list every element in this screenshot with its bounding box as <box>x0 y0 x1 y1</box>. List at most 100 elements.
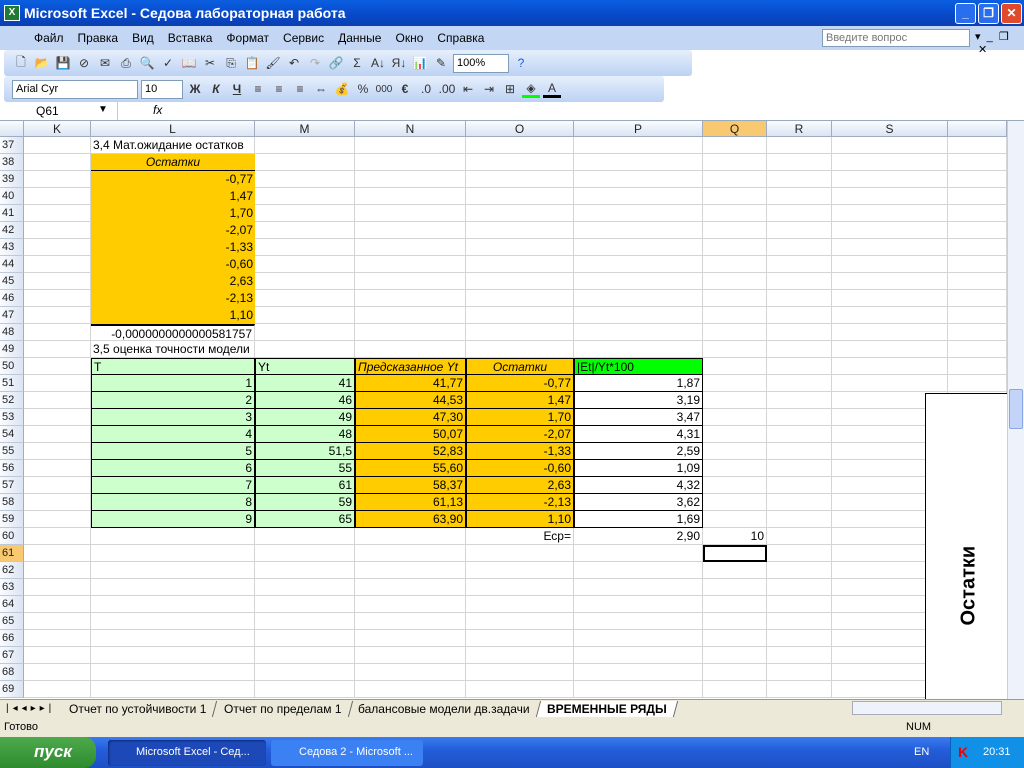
cell[interactable] <box>255 545 355 562</box>
cell[interactable] <box>703 205 767 222</box>
cell[interactable] <box>703 511 767 528</box>
cell[interactable] <box>24 290 91 307</box>
cell[interactable] <box>24 154 91 171</box>
cell-O59[interactable]: 1,10 <box>466 511 574 528</box>
increase-decimal-icon[interactable]: .0 <box>417 80 435 98</box>
cell[interactable] <box>91 647 255 664</box>
cell[interactable] <box>355 341 466 358</box>
cell[interactable] <box>703 324 767 341</box>
cell-L41[interactable]: 1,70 <box>91 205 255 222</box>
cell[interactable] <box>255 596 355 613</box>
cell-N53[interactable]: 47,30 <box>355 409 466 426</box>
cell[interactable] <box>767 681 832 698</box>
cell-P50[interactable]: |Et|/Yt*100 <box>574 358 703 375</box>
row-header[interactable]: 48 <box>0 324 24 341</box>
autosum-icon[interactable]: Σ <box>348 54 366 72</box>
cell[interactable] <box>948 171 1007 188</box>
cell[interactable] <box>767 477 832 494</box>
cell[interactable] <box>24 239 91 256</box>
currency-icon[interactable]: 💰 <box>333 80 351 98</box>
permission-icon[interactable]: ⊘ <box>75 54 93 72</box>
cell[interactable] <box>832 188 948 205</box>
restore-button[interactable]: ❐ <box>978 3 999 24</box>
cell[interactable] <box>466 239 574 256</box>
percent-button[interactable]: % <box>354 80 372 98</box>
cell[interactable] <box>24 188 91 205</box>
cell[interactable] <box>24 392 91 409</box>
cell-M56[interactable]: 55 <box>255 460 355 477</box>
help-icon[interactable]: ? <box>512 54 530 72</box>
cell[interactable] <box>255 205 355 222</box>
cell[interactable] <box>767 613 832 630</box>
cell[interactable] <box>91 596 255 613</box>
cell[interactable] <box>574 647 703 664</box>
menu-8[interactable]: Справка <box>437 31 484 45</box>
cell[interactable] <box>767 443 832 460</box>
cell[interactable] <box>767 358 832 375</box>
tab-scroll-buttons[interactable]: |◂◂▸▸| <box>0 703 61 714</box>
cell[interactable] <box>24 545 91 562</box>
cell[interactable] <box>24 273 91 290</box>
cell[interactable] <box>255 239 355 256</box>
cell[interactable] <box>24 511 91 528</box>
cell[interactable] <box>948 358 1007 375</box>
chart-object[interactable]: Остатки <box>925 393 1007 700</box>
cell-Q60[interactable]: 10 <box>703 528 767 545</box>
cell[interactable] <box>574 137 703 154</box>
cell[interactable] <box>948 290 1007 307</box>
cell-O54[interactable]: -2,07 <box>466 426 574 443</box>
menu-7[interactable]: Окно <box>395 31 423 45</box>
undo-icon[interactable]: ↶ <box>285 54 303 72</box>
menu-0[interactable]: Файл <box>34 31 64 45</box>
cell[interactable] <box>91 613 255 630</box>
thousands-button[interactable]: 000 <box>375 80 393 98</box>
cell[interactable] <box>832 205 948 222</box>
cell[interactable] <box>574 681 703 698</box>
cell[interactable] <box>91 630 255 647</box>
cell[interactable] <box>24 596 91 613</box>
research-icon[interactable]: 📖 <box>180 54 198 72</box>
cell[interactable] <box>255 307 355 324</box>
cell-O51[interactable]: -0,77 <box>466 375 574 392</box>
decrease-decimal-icon[interactable]: .00 <box>438 80 456 98</box>
cell[interactable] <box>767 137 832 154</box>
cell-M54[interactable]: 48 <box>255 426 355 443</box>
cell[interactable] <box>703 239 767 256</box>
cell[interactable] <box>703 460 767 477</box>
row-header[interactable]: 38 <box>0 154 24 171</box>
cell[interactable] <box>832 256 948 273</box>
menu-4[interactable]: Формат <box>226 31 269 45</box>
cell-M58[interactable]: 59 <box>255 494 355 511</box>
cell[interactable] <box>767 664 832 681</box>
cell-L38[interactable]: Остатки <box>91 154 255 171</box>
row-header[interactable]: 47 <box>0 307 24 324</box>
cell[interactable] <box>767 528 832 545</box>
cell[interactable] <box>703 392 767 409</box>
cell[interactable] <box>703 171 767 188</box>
menu-1[interactable]: Правка <box>78 31 119 45</box>
save-icon[interactable]: 💾 <box>54 54 72 72</box>
cell[interactable] <box>255 613 355 630</box>
close-button[interactable]: ✕ <box>1001 3 1022 24</box>
cell[interactable] <box>91 681 255 698</box>
cell[interactable] <box>255 188 355 205</box>
cell[interactable] <box>255 256 355 273</box>
cell[interactable] <box>574 324 703 341</box>
cell[interactable] <box>24 426 91 443</box>
cell[interactable] <box>355 256 466 273</box>
cell[interactable] <box>255 273 355 290</box>
column-header[interactable]: R <box>767 121 832 137</box>
cell-O53[interactable]: 1,70 <box>466 409 574 426</box>
cell[interactable] <box>703 409 767 426</box>
cell[interactable] <box>355 545 466 562</box>
column-header[interactable]: L <box>91 121 255 137</box>
cell[interactable] <box>466 205 574 222</box>
cell[interactable] <box>255 630 355 647</box>
cell[interactable] <box>355 239 466 256</box>
cell[interactable] <box>703 188 767 205</box>
cut-icon[interactable]: ✂ <box>201 54 219 72</box>
cell[interactable] <box>355 613 466 630</box>
cell[interactable] <box>703 647 767 664</box>
cell[interactable] <box>703 358 767 375</box>
cell[interactable] <box>355 154 466 171</box>
